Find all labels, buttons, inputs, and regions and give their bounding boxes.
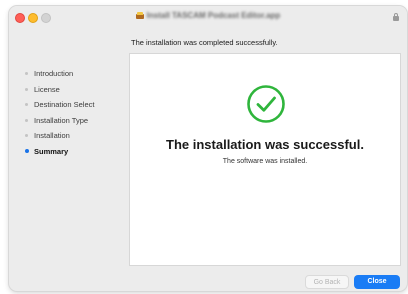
step-introduction: Introduction: [23, 66, 128, 82]
step-dot-active-icon: [24, 149, 29, 153]
summary-panel: The installation was successful. The sof…: [129, 53, 401, 266]
step-label: Introduction: [34, 69, 74, 78]
installer-steps-sidebar: Introduction License Destination Select …: [23, 66, 128, 159]
step-dot-icon: [25, 87, 28, 91]
title-bar[interactable]: Install TASCAM Podcast Editor.app: [9, 6, 407, 29]
step-dot-icon: [25, 72, 28, 75]
package-icon: [135, 12, 144, 19]
success-heading: The installation was successful.: [166, 137, 364, 152]
step-label: Installation: [34, 131, 70, 140]
step-installation: Installation: [23, 128, 128, 144]
step-license: License: [23, 82, 128, 98]
go-back-button[interactable]: Go Back: [305, 275, 349, 289]
step-dot-icon: [25, 103, 28, 106]
step-destination-select: Destination Select: [23, 97, 128, 113]
step-summary: Summary: [23, 144, 128, 160]
lock-icon: [393, 13, 399, 21]
window-title-text: Install TASCAM Podcast Editor.app: [146, 11, 281, 20]
step-label: Installation Type: [34, 115, 89, 125]
success-subtitle: The software was installed.: [222, 158, 308, 165]
step-dot-icon: [25, 118, 28, 122]
status-message: The installation was completed successfu…: [131, 38, 278, 47]
close-button[interactable]: Close: [354, 275, 400, 289]
step-installation-type: Installation Type: [23, 113, 128, 129]
installer-window: Install TASCAM Podcast Editor.app The in…: [9, 6, 407, 291]
step-label: Destination Select: [34, 100, 95, 109]
step-label: License: [34, 84, 60, 94]
checkmark-circle-icon: [247, 85, 285, 123]
step-label: Summary: [34, 146, 69, 156]
step-dot-icon: [25, 134, 28, 137]
window-title: Install TASCAM Podcast Editor.app: [9, 11, 407, 20]
